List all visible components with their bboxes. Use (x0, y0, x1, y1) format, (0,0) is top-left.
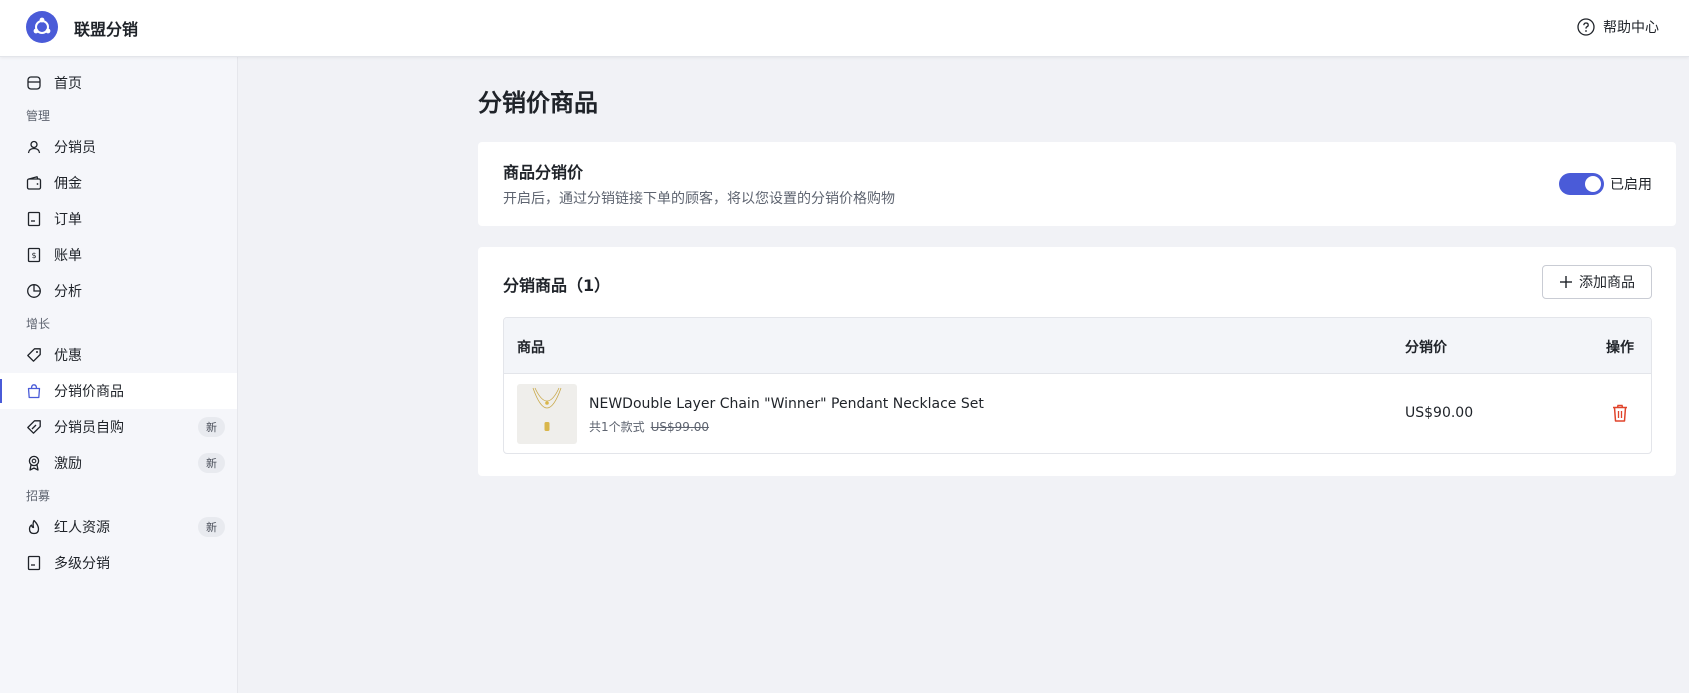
order-icon (26, 211, 42, 227)
sidebar-item-bills[interactable]: $ 账单 (0, 237, 237, 273)
distribution-price-title: 商品分销价 (503, 163, 584, 182)
column-header-price: 分销价 (1405, 340, 1447, 356)
sidebar-item-commission[interactable]: 佣金 (0, 165, 237, 201)
sidebar-item-label: 订单 (54, 212, 82, 228)
sidebar-item-incentives[interactable]: 激励 新 (0, 445, 237, 481)
page-title: 分销价商品 (478, 89, 598, 117)
sidebar-item-distributors[interactable]: 分销员 (0, 129, 237, 165)
distribution-price-card: 商品分销价 开启后，通过分销链接下单的顾客，将以您设置的分销价格购物 已启用 (478, 142, 1676, 226)
help-circle-icon (1577, 18, 1595, 36)
sidebar-item-label: 红人资源 (54, 520, 110, 536)
app-logo-icon[interactable] (26, 11, 58, 43)
delete-product-button[interactable] (1610, 403, 1630, 423)
sidebar-item-orders[interactable]: 订单 (0, 201, 237, 237)
help-center-label: 帮助中心 (1603, 20, 1659, 36)
bill-icon: $ (26, 247, 42, 263)
tag-discount-icon (26, 419, 42, 435)
tag-icon (26, 347, 42, 363)
sidebar-item-label: 分析 (54, 284, 82, 300)
add-product-label: 添加商品 (1579, 275, 1635, 291)
plus-icon (1560, 276, 1572, 288)
sidebar-item-influencers[interactable]: 红人资源 新 (0, 509, 237, 545)
flame-icon (26, 519, 42, 535)
sidebar-item-offers[interactable]: 优惠 (0, 337, 237, 373)
award-icon (26, 455, 42, 471)
svg-text:$: $ (31, 251, 36, 260)
distribution-price-toggle[interactable] (1559, 173, 1604, 195)
store-icon (26, 75, 42, 91)
sidebar-item-label: 账单 (54, 248, 82, 264)
sidebar-section-manage: 管理 (26, 108, 51, 123)
sidebar-item-analytics[interactable]: 分析 (0, 273, 237, 309)
toggle-status-label: 已启用 (1610, 177, 1652, 193)
distribution-price-description: 开启后，通过分销链接下单的顾客，将以您设置的分销价格购物 (503, 191, 895, 207)
shopping-bag-icon (26, 383, 42, 399)
distribution-products-card: 分销商品（1） 添加商品 商品 分销价 操作 NEWDouble Layer C… (478, 247, 1676, 476)
sidebar-item-label: 佣金 (54, 176, 82, 192)
product-variant-count: 共1个款式 (589, 420, 645, 434)
pie-chart-icon (26, 283, 42, 299)
distribution-price-toggle-group: 已启用 (1559, 173, 1652, 195)
table-row: NEWDouble Layer Chain "Winner" Pendant N… (504, 374, 1651, 453)
sidebar-item-label: 激励 (54, 456, 82, 472)
top-bar: 联盟分销 帮助中心 (0, 0, 1689, 57)
sidebar-item-label: 首页 (54, 76, 82, 92)
wallet-icon (26, 175, 42, 191)
new-badge: 新 (198, 517, 225, 537)
main-content: 分销价商品 商品分销价 开启后，通过分销链接下单的顾客，将以您设置的分销价格购物… (238, 57, 1689, 693)
sidebar-item-home[interactable]: 首页 (0, 65, 237, 101)
column-header-actions: 操作 (1606, 340, 1634, 356)
sidebar-item-label: 分销员自购 (54, 420, 124, 436)
new-badge: 新 (198, 453, 225, 473)
table-header: 商品 分销价 操作 (504, 318, 1651, 374)
sidebar-item-self-purchase[interactable]: 分销员自购 新 (0, 409, 237, 445)
sidebar-section-recruit: 招募 (26, 488, 51, 503)
new-badge: 新 (198, 417, 225, 437)
product-distribution-price: US$90.00 (1405, 405, 1474, 421)
sidebar-item-distribution-price-products[interactable]: 分销价商品 (0, 373, 237, 409)
sidebar: 首页 管理 分销员 佣金 订单 $ 账单 分析 增长 优惠 分销价商品 分销员自… (0, 57, 238, 693)
sidebar-item-multilevel[interactable]: 多级分销 (0, 545, 237, 581)
sidebar-item-label: 多级分销 (54, 556, 110, 572)
column-header-product: 商品 (517, 340, 545, 356)
help-center-link[interactable]: 帮助中心 (1577, 17, 1659, 37)
sidebar-item-label: 分销员 (54, 140, 96, 156)
app-title: 联盟分销 (74, 20, 139, 39)
user-icon (26, 139, 42, 155)
products-table: 商品 分销价 操作 NEWDouble Layer Chain "Winner"… (503, 317, 1652, 454)
sidebar-section-growth: 增长 (26, 316, 51, 331)
document-icon (26, 555, 42, 571)
product-name[interactable]: NEWDouble Layer Chain "Winner" Pendant N… (589, 396, 984, 412)
sidebar-item-label: 分销价商品 (54, 384, 124, 400)
product-thumbnail[interactable] (517, 384, 577, 444)
trash-icon (1613, 404, 1627, 422)
product-subtitle: 共1个款式 US$99.00 (589, 418, 709, 435)
product-original-price: US$99.00 (650, 420, 710, 434)
add-product-button[interactable]: 添加商品 (1542, 265, 1652, 299)
distribution-products-title: 分销商品（1） (503, 276, 611, 295)
sidebar-item-label: 优惠 (54, 348, 82, 364)
